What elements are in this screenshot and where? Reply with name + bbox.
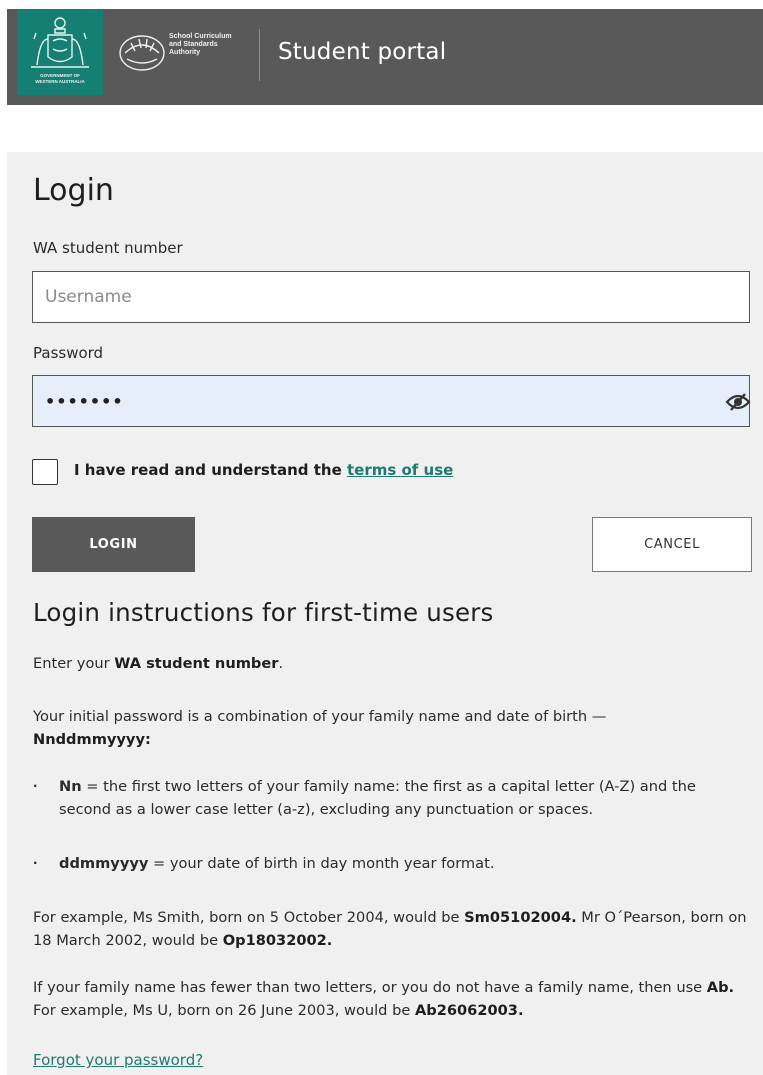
- scsa-logo[interactable]: School Curriculum and Standards Authorit…: [117, 29, 257, 79]
- b1-bold: Nn: [59, 778, 82, 795]
- p4-c: For example, Ms U, born on 26 June 2003,…: [33, 1002, 415, 1019]
- login-button[interactable]: LOGIN: [32, 517, 195, 572]
- terms-label: I have read and understand the terms of …: [74, 461, 453, 479]
- b2-text: = your date of birth in day month year f…: [148, 855, 495, 872]
- scsa-logo-text: School Curriculum and Standards Authorit…: [169, 33, 232, 57]
- instruction-paragraph-short-name: If your family name has fewer than two l…: [33, 976, 748, 1022]
- p2-text: Your initial password is a combination o…: [33, 708, 607, 725]
- password-label: Password: [33, 344, 104, 362]
- terms-checkbox[interactable]: [32, 459, 58, 485]
- p2-bold: Nnddmmyyyy:: [33, 731, 151, 748]
- login-panel: Login WA student number Password I have …: [7, 152, 763, 1075]
- scsa-line-2: and Standards: [169, 41, 218, 48]
- bullet-marker: .: [33, 851, 38, 868]
- forgot-password-link[interactable]: Forgot your password?: [33, 1051, 203, 1069]
- p1-bold: WA student number: [114, 655, 279, 672]
- b1-text: = the first two letters of your family n…: [59, 778, 696, 818]
- terms-of-use-link[interactable]: terms of use: [347, 461, 453, 479]
- portal-title: Student portal: [278, 39, 447, 65]
- p1-suffix: .: [278, 655, 284, 672]
- p1-prefix: Enter your: [33, 655, 115, 672]
- p4-d: Ab26062003.: [414, 1002, 524, 1019]
- bullet-marker: .: [33, 774, 38, 791]
- gov-logo-line-1: GOVERNMENT OF: [40, 73, 80, 78]
- instruction-paragraph-2: Your initial password is a combination o…: [33, 705, 748, 751]
- password-input[interactable]: [32, 375, 750, 427]
- gov-logo-line-2: WESTERN AUSTRALIA: [35, 79, 85, 84]
- government-wa-logo[interactable]: GOVERNMENT OF WESTERN AUSTRALIA: [17, 9, 103, 95]
- bullet-item-ddmmyyyy: ddmmyyyy = your date of birth in day mon…: [59, 852, 749, 875]
- p4-a: If your family name has fewer than two l…: [33, 979, 707, 996]
- cancel-button[interactable]: CANCEL: [592, 517, 752, 572]
- bullet-item-nn: Nn = the first two letters of your famil…: [59, 775, 749, 821]
- instruction-paragraph-1: Enter your WA student number.: [33, 652, 748, 675]
- p3-b: Sm05102004.: [464, 909, 577, 926]
- p4-b: Ab.: [706, 979, 735, 996]
- scsa-emblem-icon: [119, 35, 165, 71]
- p3-d: Op18032002.: [222, 932, 333, 949]
- p3-a: For example, Ms Smith, born on 5 October…: [33, 909, 465, 926]
- student-number-label: WA student number: [33, 239, 183, 257]
- scsa-line-3: Authority: [169, 49, 201, 56]
- site-header: GOVERNMENT OF WESTERN AUSTRALIA School C…: [7, 9, 763, 105]
- toggle-password-visibility-icon[interactable]: [725, 392, 751, 412]
- terms-prefix: I have read and understand the: [74, 461, 347, 479]
- instruction-paragraph-examples: For example, Ms Smith, born on 5 October…: [33, 906, 748, 952]
- username-input[interactable]: [32, 271, 750, 323]
- instructions-title: Login instructions for first-time users: [33, 598, 494, 627]
- scsa-line-1: School Curriculum: [169, 33, 232, 40]
- b2-bold: ddmmyyyy: [59, 855, 149, 872]
- header-divider: [259, 29, 260, 81]
- login-title: Login: [33, 173, 114, 208]
